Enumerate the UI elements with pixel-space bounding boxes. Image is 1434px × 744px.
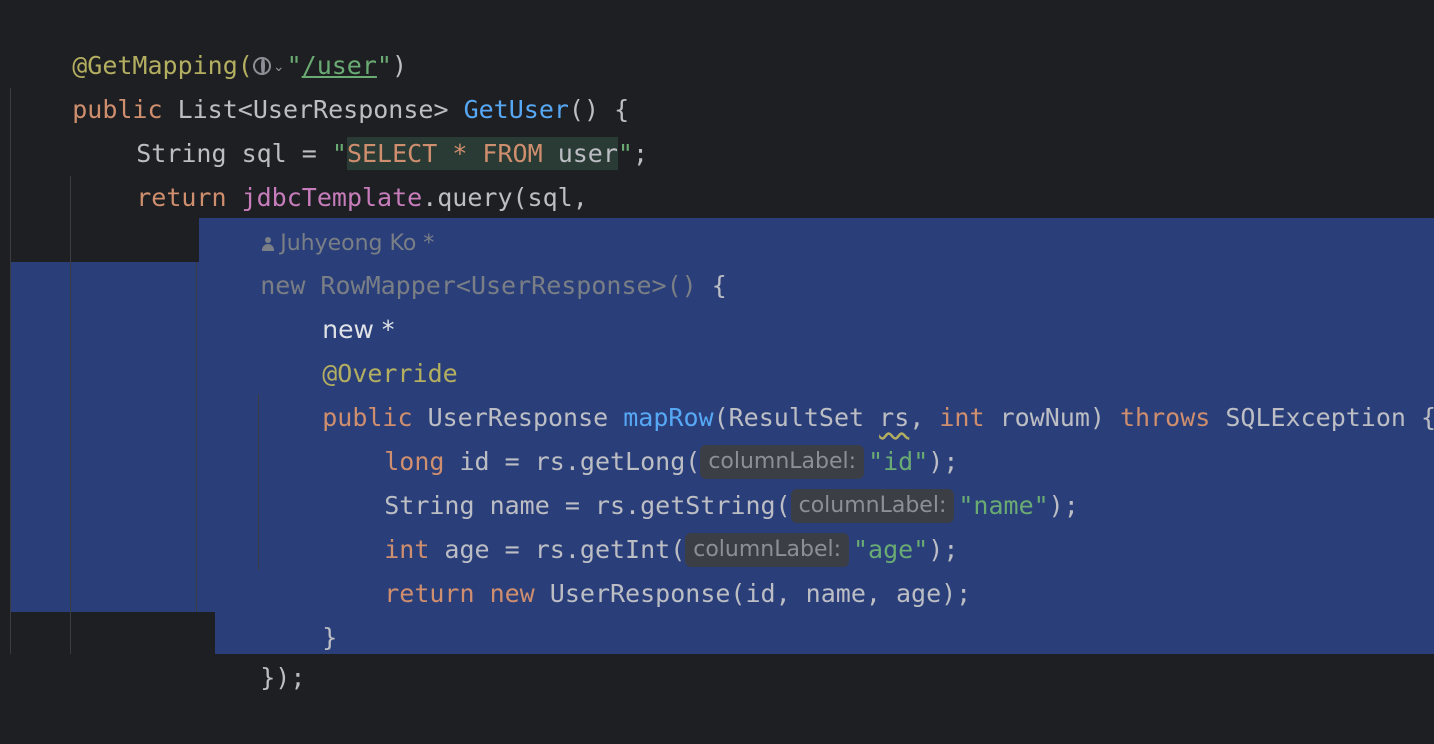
code-line-14[interactable]: }: [262, 572, 337, 652]
code-line-8[interactable]: @Override: [262, 308, 457, 388]
indent-guide: [196, 262, 197, 612]
code-line-3[interactable]: String sql = "SELECT * FROM user";: [76, 88, 648, 170]
indent-guide: [70, 176, 71, 654]
code-line-12[interactable]: int age = rs.getInt(columnLabel: "age");: [324, 484, 958, 567]
indent-guide: [10, 88, 11, 654]
code-line-4[interactable]: return jdbcTemplate.query(sql,: [76, 132, 588, 212]
code-editor[interactable]: @GetMapping(⌄"/user") public List<UserRe…: [0, 0, 1434, 692]
code-line-10[interactable]: long id = rs.getLong(columnLabel: "id");: [324, 396, 958, 479]
code-line-1[interactable]: @GetMapping(⌄"/user"): [12, 0, 407, 80]
code-line-15[interactable]: });: [200, 612, 305, 692]
code-line-6[interactable]: new RowMapper<UserResponse>() {: [200, 220, 727, 300]
code-author-hint[interactable]: Juhyeong Ko *: [202, 176, 434, 256]
selection-highlight: [215, 612, 1434, 654]
code-usages-hint[interactable]: new *: [262, 264, 394, 344]
code-line-9[interactable]: public UserResponse mapRow(ResultSet rs,…: [262, 352, 1434, 432]
code-line-2[interactable]: public List<UserResponse> GetUser() {: [12, 44, 629, 124]
code-line-13[interactable]: return new UserResponse(id, name, age);: [324, 528, 971, 608]
indent-guide: [258, 394, 259, 570]
code-line-11[interactable]: String name = rs.getString(columnLabel: "…: [324, 440, 1079, 523]
